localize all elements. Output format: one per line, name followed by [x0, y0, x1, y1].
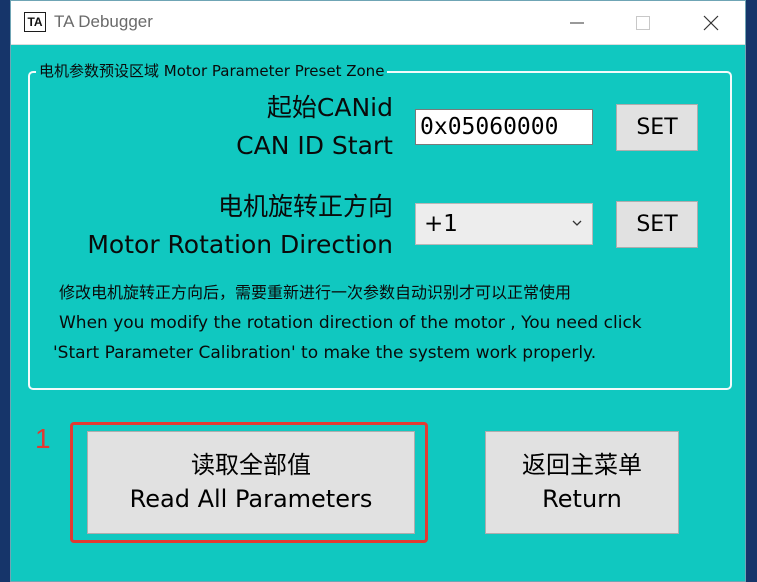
- minimize-button[interactable]: [554, 1, 600, 45]
- set-direction-button[interactable]: SET: [616, 201, 698, 248]
- chevron-down-icon: [572, 220, 582, 226]
- set-can-id-button[interactable]: SET: [616, 104, 698, 151]
- direction-label-cn: 电机旋转正方向: [217, 192, 393, 221]
- step-number: 1: [35, 423, 51, 454]
- title-bar[interactable]: TA TA Debugger: [11, 1, 745, 45]
- can-id-input[interactable]: 0x05060000: [415, 109, 593, 145]
- close-button[interactable]: [688, 1, 734, 45]
- note-text-en-line1: When you modify the rotation direction o…: [59, 313, 642, 333]
- maximize-icon: [636, 16, 650, 30]
- direction-selected-value: +1: [424, 211, 458, 237]
- note-text-cn: 修改电机旋转正方向后，需要重新进行一次参数自动识别才可以正常使用: [59, 283, 572, 302]
- window-title: TA Debugger: [54, 12, 153, 31]
- app-icon: TA: [24, 12, 46, 32]
- maximize-button[interactable]: [620, 1, 666, 45]
- main-window: TA TA Debugger 电机参数预设区域 Motor Parameter …: [10, 0, 746, 582]
- direction-label-en: Motor Rotation Direction: [87, 230, 393, 259]
- minimize-icon: [570, 22, 584, 24]
- return-button[interactable]: 返回主菜单 Return: [485, 431, 679, 534]
- close-icon: [703, 15, 719, 31]
- can-id-label-cn: 起始CANid: [266, 93, 393, 122]
- group-legend: 电机参数预设区域 Motor Parameter Preset Zone: [36, 61, 388, 81]
- highlight-box: [70, 422, 428, 543]
- return-label-en: Return: [542, 485, 622, 513]
- note-text-en-line2: 'Start Parameter Calibration' to make th…: [53, 343, 597, 363]
- direction-select[interactable]: +1: [415, 203, 593, 245]
- can-id-label-en: CAN ID Start: [236, 131, 393, 160]
- return-label-cn: 返回主菜单: [522, 451, 642, 479]
